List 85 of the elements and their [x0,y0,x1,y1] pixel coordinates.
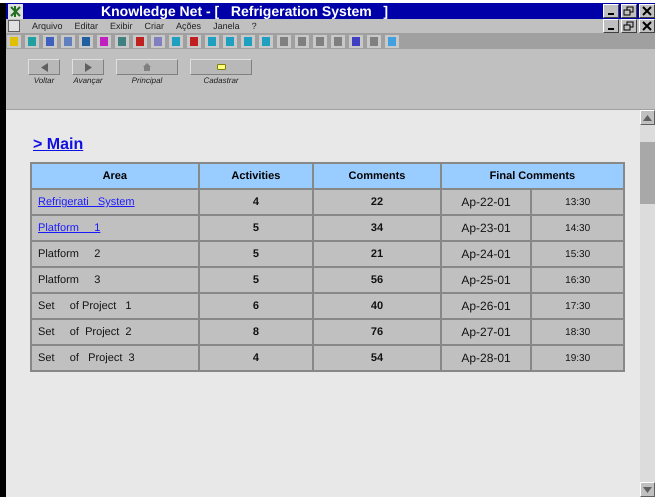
house-icon [143,63,151,71]
table-cell: 18:30 [531,319,624,345]
right-arrow-icon [84,62,92,72]
left-arrow-icon [40,62,48,72]
toolbar-icon[interactable] [132,34,148,48]
toolbar-icon[interactable] [150,34,166,48]
menu-item[interactable]: Exibir [110,21,133,31]
minimize-button[interactable] [603,19,619,33]
page-heading-link[interactable]: > Main [33,136,84,154]
restore-icon [623,21,635,31]
table-cell: Ap-23-01 [440,215,532,241]
restore-button[interactable] [621,19,637,33]
table-cell: Ap-24-01 [440,241,532,267]
menu-item[interactable]: Criar [144,21,164,31]
table-cell: 5 [198,267,314,293]
menu-item[interactable]: Editar [74,21,98,31]
toolbar-icon[interactable] [348,34,364,48]
table-cell: 76 [313,319,441,345]
restore-button[interactable] [621,4,637,18]
table-cell: 5 [198,215,314,241]
table-cell: Set of Project 2 [31,319,199,345]
table-cell: 16:30 [531,267,624,293]
document-icon [8,20,20,32]
table-cell: Platform 3 [31,267,199,293]
toolbar-icon[interactable] [330,34,346,48]
table-cell: 21 [313,241,441,267]
table-cell: 19:30 [531,345,624,371]
toolbar-icon[interactable] [78,34,94,48]
area-link[interactable]: Platform 1 [31,215,199,241]
app-logo-icon [8,4,23,18]
table-cell: Ap-27-01 [440,319,532,345]
table-cell: Platform 2 [31,241,199,267]
column-header: Final Comments [440,163,624,189]
toolbar-icon[interactable] [42,34,58,48]
down-arrow-icon [643,486,652,492]
close-icon [641,21,653,31]
toolbar-icon[interactable] [186,34,202,48]
column-header: Comments [313,163,441,189]
table-cell: 8 [198,319,314,345]
minimize-button[interactable] [603,4,619,18]
toolbar-icon[interactable] [114,34,130,48]
table-cell: 40 [313,293,441,319]
note-icon [216,64,226,70]
toolbar-icon[interactable] [366,34,382,48]
menu-item[interactable]: Arquivo [32,21,63,31]
table-cell: Ap-22-01 [440,189,532,215]
table-cell: Set of Project 1 [31,293,199,319]
toolbar-icon[interactable] [294,34,310,48]
toolbar-icon[interactable] [312,34,328,48]
table-cell: 56 [313,267,441,293]
table-cell: 4 [198,345,314,371]
table-cell: 13:30 [531,189,624,215]
menu-item[interactable]: Janela [213,21,240,31]
minimize-icon [608,28,614,30]
table-cell: Ap-28-01 [440,345,532,371]
table-cell: 6 [198,293,314,319]
table-cell: Ap-25-01 [440,267,532,293]
window-title: Knowledge Net - [ Refrigeration System ] [101,3,390,19]
menu-item[interactable]: Ações [176,21,202,31]
toolbar-icon[interactable] [276,34,292,48]
scroll-up-button[interactable] [640,110,655,125]
table-cell: 54 [313,345,441,371]
restore-icon [623,6,635,16]
scrollbar-thumb[interactable] [640,142,655,204]
toolbar-icon[interactable] [60,34,76,48]
menu-item[interactable]: ? [252,21,257,31]
table-cell: 14:30 [531,215,624,241]
area-link[interactable]: Refrigerati System [31,189,199,215]
close-button[interactable] [639,19,655,33]
table-cell: 34 [313,215,441,241]
minimize-icon [608,13,614,15]
table-cell: 17:30 [531,293,624,319]
up-arrow-icon [643,114,652,120]
table-cell: 4 [198,189,314,215]
table-cell: 22 [313,189,441,215]
column-header: Area [31,163,199,189]
table-cell: Ap-26-01 [440,293,532,319]
table-cell: 15:30 [531,241,624,267]
toolbar-icon[interactable] [96,34,112,48]
table-cell: Set of Project 3 [31,345,199,371]
scroll-down-button[interactable] [640,482,655,497]
column-header: Activities [198,163,314,189]
close-icon [641,6,653,16]
close-button[interactable] [639,4,655,18]
table-cell: 5 [198,241,314,267]
